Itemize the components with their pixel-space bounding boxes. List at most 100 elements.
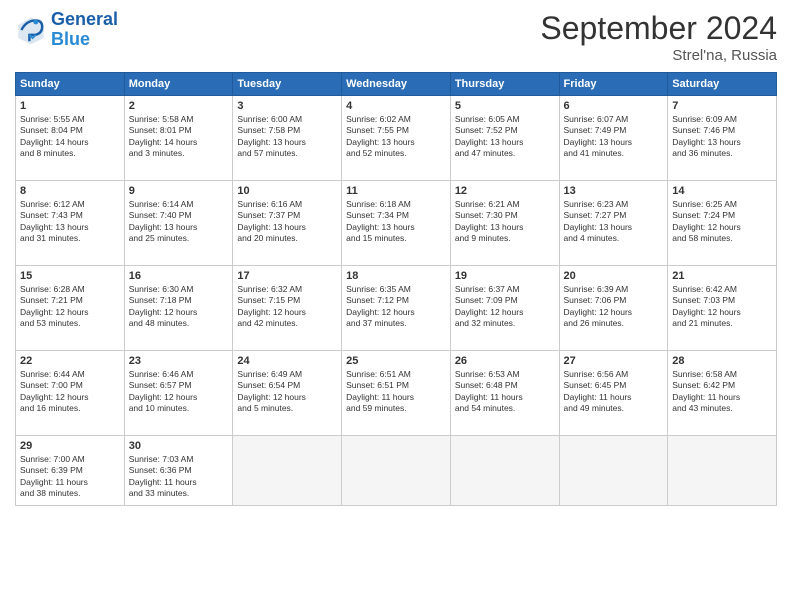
calendar-cell: 18 Sunrise: 6:35 AMSunset: 7:12 PMDayligh…: [342, 266, 451, 351]
day-info: Sunrise: 6:05 AMSunset: 7:52 PMDaylight:…: [455, 114, 555, 160]
day-number: 2: [129, 100, 229, 112]
calendar-cell: 8 Sunrise: 6:12 AMSunset: 7:43 PMDaylight…: [16, 181, 125, 266]
day-info: Sunrise: 6:56 AMSunset: 6:45 PMDaylight:…: [564, 369, 664, 415]
day-number: 24: [237, 355, 337, 367]
calendar-cell: 27 Sunrise: 6:56 AMSunset: 6:45 PMDayligh…: [559, 351, 668, 436]
day-number: 27: [564, 355, 664, 367]
calendar-cell: [559, 436, 668, 506]
day-number: 11: [346, 185, 446, 197]
calendar-cell: 9 Sunrise: 6:14 AMSunset: 7:40 PMDaylight…: [124, 181, 233, 266]
calendar-week-row: 1 Sunrise: 5:55 AMSunset: 8:04 PMDaylight…: [16, 96, 777, 181]
calendar-cell: 21 Sunrise: 6:42 AMSunset: 7:03 PMDayligh…: [668, 266, 777, 351]
header-tuesday: Tuesday: [233, 73, 342, 96]
day-info: Sunrise: 6:02 AMSunset: 7:55 PMDaylight:…: [346, 114, 446, 160]
day-number: 13: [564, 185, 664, 197]
day-number: 20: [564, 270, 664, 282]
day-info: Sunrise: 6:39 AMSunset: 7:06 PMDaylight:…: [564, 284, 664, 330]
day-info: Sunrise: 6:46 AMSunset: 6:57 PMDaylight:…: [129, 369, 229, 415]
header-sunday: Sunday: [16, 73, 125, 96]
day-info: Sunrise: 6:12 AMSunset: 7:43 PMDaylight:…: [20, 199, 120, 245]
calendar-cell: 2 Sunrise: 5:58 AMSunset: 8:01 PMDaylight…: [124, 96, 233, 181]
calendar-cell: 22 Sunrise: 6:44 AMSunset: 7:00 PMDayligh…: [16, 351, 125, 436]
header-wednesday: Wednesday: [342, 73, 451, 96]
calendar-cell: 6Sunrise: 6:07 AMSunset: 7:49 PMDaylight…: [559, 96, 668, 181]
calendar-cell: 19Sunrise: 6:37 AMSunset: 7:09 PMDayligh…: [450, 266, 559, 351]
day-number: 16: [129, 270, 229, 282]
day-info: Sunrise: 6:58 AMSunset: 6:42 PMDaylight:…: [672, 369, 772, 415]
day-number: 29: [20, 440, 120, 452]
day-info: Sunrise: 6:32 AMSunset: 7:15 PMDaylight:…: [237, 284, 337, 330]
calendar-cell: 26 Sunrise: 6:53 AMSunset: 6:48 PMDayligh…: [450, 351, 559, 436]
day-number: 3: [237, 100, 337, 112]
day-info: Sunrise: 6:16 AMSunset: 7:37 PMDaylight:…: [237, 199, 337, 245]
calendar-cell: 24 Sunrise: 6:49 AMSunset: 6:54 PMDayligh…: [233, 351, 342, 436]
day-number: 23: [129, 355, 229, 367]
day-info: Sunrise: 6:21 AMSunset: 7:30 PMDaylight:…: [455, 199, 555, 245]
day-number: 21: [672, 270, 772, 282]
calendar-week-row: 29 Sunrise: 7:00 AMSunset: 6:39 PMDayligh…: [16, 436, 777, 506]
day-info: Sunrise: 6:30 AMSunset: 7:18 PMDaylight:…: [129, 284, 229, 330]
day-info: Sunrise: 6:07 AMSunset: 7:49 PMDaylight:…: [564, 114, 664, 160]
calendar-cell: 30Sunrise: 7:03 AMSunset: 6:36 PMDayligh…: [124, 436, 233, 506]
logo: General Blue: [15, 10, 118, 50]
logo-text: General Blue: [51, 10, 118, 50]
calendar-cell: 17 Sunrise: 6:32 AMSunset: 7:15 PMDayligh…: [233, 266, 342, 351]
day-number: 10: [237, 185, 337, 197]
day-info: Sunrise: 6:18 AMSunset: 7:34 PMDaylight:…: [346, 199, 446, 245]
calendar-cell: [668, 436, 777, 506]
calendar-cell: 16 Sunrise: 6:30 AMSunset: 7:18 PMDayligh…: [124, 266, 233, 351]
calendar-cell: 28Sunrise: 6:58 AMSunset: 6:42 PMDayligh…: [668, 351, 777, 436]
calendar-cell: 5Sunrise: 6:05 AMSunset: 7:52 PMDaylight…: [450, 96, 559, 181]
day-number: 17: [237, 270, 337, 282]
day-number: 4: [346, 100, 446, 112]
header-thursday: Thursday: [450, 73, 559, 96]
calendar-week-row: 15 Sunrise: 6:28 AMSunset: 7:21 PMDayligh…: [16, 266, 777, 351]
day-info: Sunrise: 6:14 AMSunset: 7:40 PMDaylight:…: [129, 199, 229, 245]
calendar-cell: 10 Sunrise: 6:16 AMSunset: 7:37 PMDayligh…: [233, 181, 342, 266]
day-number: 18: [346, 270, 446, 282]
day-number: 22: [20, 355, 120, 367]
page-header: General Blue September 2024 Strel'na, Ru…: [15, 10, 777, 64]
calendar-cell: 3 Sunrise: 6:00 AMSunset: 7:58 PMDaylight…: [233, 96, 342, 181]
calendar-cell: [450, 436, 559, 506]
day-number: 15: [20, 270, 120, 282]
day-number: 25: [346, 355, 446, 367]
day-info: Sunrise: 7:00 AMSunset: 6:39 PMDaylight:…: [20, 454, 120, 500]
header-friday: Friday: [559, 73, 668, 96]
day-number: 1: [20, 100, 120, 112]
calendar-table: Sunday Monday Tuesday Wednesday Thursday…: [15, 72, 777, 506]
calendar-cell: 12Sunrise: 6:21 AMSunset: 7:30 PMDayligh…: [450, 181, 559, 266]
header-monday: Monday: [124, 73, 233, 96]
month-title: September 2024: [540, 10, 777, 47]
calendar-week-row: 8 Sunrise: 6:12 AMSunset: 7:43 PMDaylight…: [16, 181, 777, 266]
title-block: September 2024 Strel'na, Russia: [540, 10, 777, 64]
day-number: 26: [455, 355, 555, 367]
day-info: Sunrise: 7:03 AMSunset: 6:36 PMDaylight:…: [129, 454, 229, 500]
calendar-cell: 20 Sunrise: 6:39 AMSunset: 7:06 PMDayligh…: [559, 266, 668, 351]
day-number: 9: [129, 185, 229, 197]
calendar-cell: 23 Sunrise: 6:46 AMSunset: 6:57 PMDayligh…: [124, 351, 233, 436]
day-info: Sunrise: 6:42 AMSunset: 7:03 PMDaylight:…: [672, 284, 772, 330]
day-number: 19: [455, 270, 555, 282]
calendar-cell: 13Sunrise: 6:23 AMSunset: 7:27 PMDayligh…: [559, 181, 668, 266]
calendar-cell: [233, 436, 342, 506]
day-info: Sunrise: 6:44 AMSunset: 7:00 PMDaylight:…: [20, 369, 120, 415]
day-info: Sunrise: 6:53 AMSunset: 6:48 PMDaylight:…: [455, 369, 555, 415]
day-info: Sunrise: 6:28 AMSunset: 7:21 PMDaylight:…: [20, 284, 120, 330]
calendar-cell: 25 Sunrise: 6:51 AMSunset: 6:51 PMDayligh…: [342, 351, 451, 436]
logo-icon: [15, 14, 47, 46]
day-number: 8: [20, 185, 120, 197]
page-container: General Blue September 2024 Strel'na, Ru…: [0, 0, 792, 516]
day-info: Sunrise: 6:51 AMSunset: 6:51 PMDaylight:…: [346, 369, 446, 415]
calendar-cell: 1 Sunrise: 5:55 AMSunset: 8:04 PMDaylight…: [16, 96, 125, 181]
day-info: Sunrise: 6:35 AMSunset: 7:12 PMDaylight:…: [346, 284, 446, 330]
location: Strel'na, Russia: [540, 47, 777, 64]
day-info: Sunrise: 6:49 AMSunset: 6:54 PMDaylight:…: [237, 369, 337, 415]
day-info: Sunrise: 5:55 AMSunset: 8:04 PMDaylight:…: [20, 114, 120, 160]
calendar-cell: [342, 436, 451, 506]
day-info: Sunrise: 5:58 AMSunset: 8:01 PMDaylight:…: [129, 114, 229, 160]
calendar-cell: 11 Sunrise: 6:18 AMSunset: 7:34 PMDayligh…: [342, 181, 451, 266]
day-number: 7: [672, 100, 772, 112]
day-info: Sunrise: 6:00 AMSunset: 7:58 PMDaylight:…: [237, 114, 337, 160]
weekday-header-row: Sunday Monday Tuesday Wednesday Thursday…: [16, 73, 777, 96]
